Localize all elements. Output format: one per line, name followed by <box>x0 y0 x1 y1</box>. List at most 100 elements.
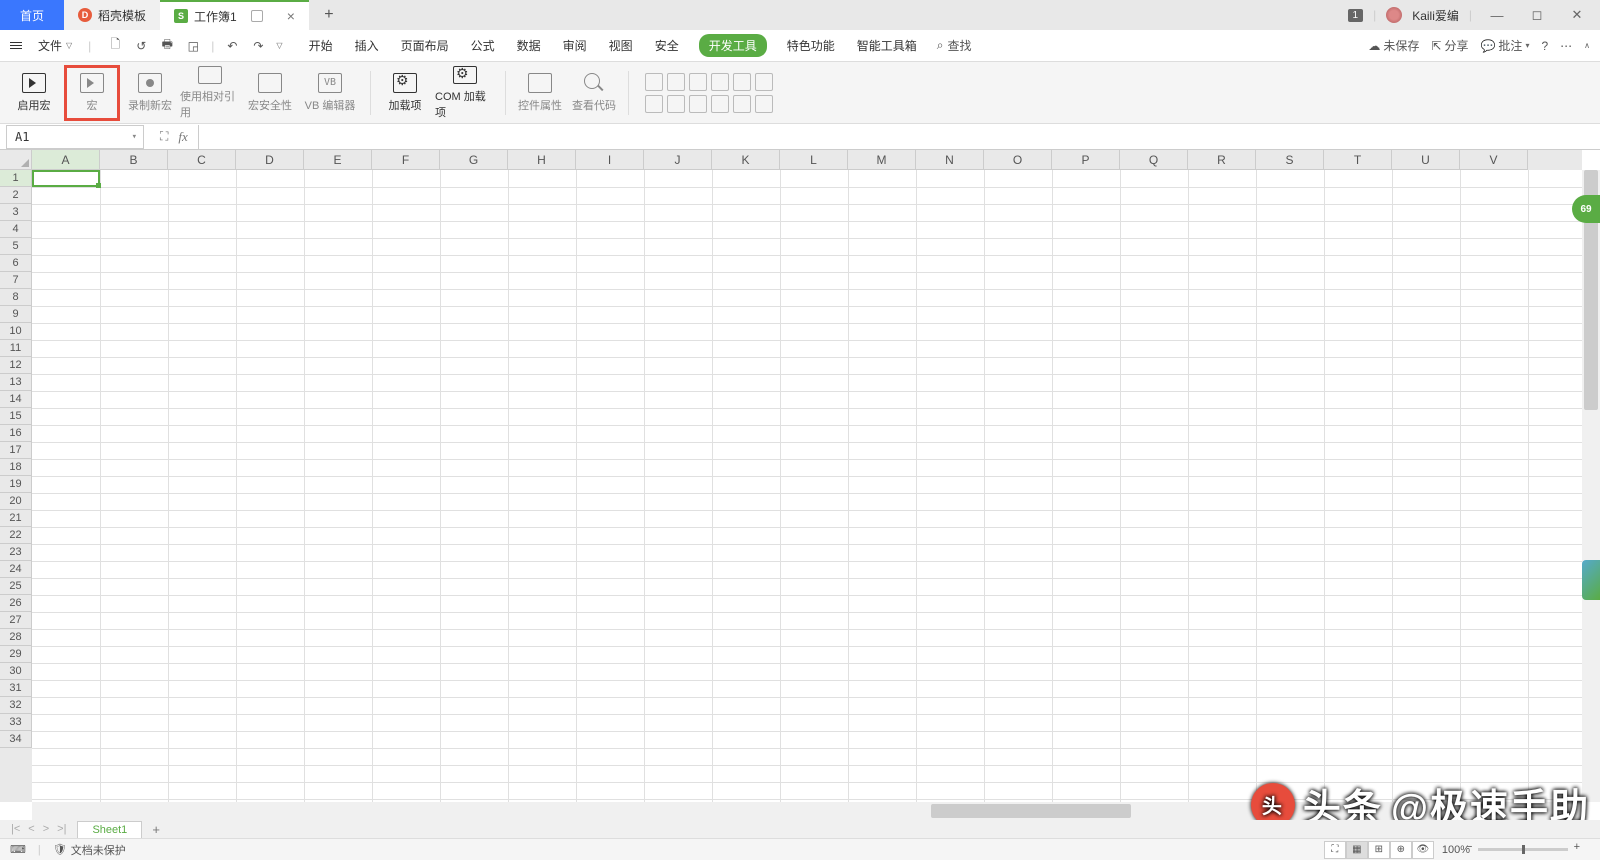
menu-tab-7[interactable]: 安全 <box>653 33 681 58</box>
normal-view-icon[interactable]: ▦ <box>1346 841 1368 859</box>
controls-palette[interactable] <box>645 73 773 113</box>
row-header[interactable]: 22 <box>0 527 32 544</box>
column-header[interactable]: S <box>1256 150 1324 170</box>
column-header[interactable]: E <box>304 150 372 170</box>
relative-ref-button[interactable]: 使用相对引用 <box>180 66 240 120</box>
row-header[interactable]: 4 <box>0 221 32 238</box>
row-header[interactable]: 24 <box>0 561 32 578</box>
com-addins-button[interactable]: COM 加载项 <box>435 66 495 120</box>
column-header[interactable]: A <box>32 150 100 170</box>
print-icon[interactable]: 🖶 <box>159 38 175 54</box>
row-header[interactable]: 27 <box>0 612 32 629</box>
row-header[interactable]: 7 <box>0 272 32 289</box>
column-header[interactable]: U <box>1392 150 1460 170</box>
column-header[interactable]: H <box>508 150 576 170</box>
row-header[interactable]: 10 <box>0 323 32 340</box>
column-header[interactable]: Q <box>1120 150 1188 170</box>
add-tab-button[interactable]: + <box>309 0 349 30</box>
addins-button[interactable]: 加载项 <box>381 66 429 120</box>
name-box[interactable]: A1 <box>6 125 144 149</box>
row-header[interactable]: 11 <box>0 340 32 357</box>
preview-icon[interactable]: ◲ <box>185 38 201 54</box>
tab-home[interactable]: 首页 <box>0 0 64 30</box>
row-header[interactable]: 31 <box>0 680 32 697</box>
user-name[interactable]: Kaili爱编 <box>1412 7 1459 24</box>
more-icon[interactable]: ⋯ <box>1560 39 1572 53</box>
row-header[interactable]: 3 <box>0 204 32 221</box>
user-avatar-icon[interactable] <box>1386 7 1402 23</box>
row-header[interactable]: 19 <box>0 476 32 493</box>
row-header[interactable]: 25 <box>0 578 32 595</box>
float-side-tab[interactable] <box>1582 560 1600 600</box>
column-header[interactable]: T <box>1324 150 1392 170</box>
row-header[interactable]: 6 <box>0 255 32 272</box>
reading-view-icon[interactable]: 👁 <box>1412 841 1434 859</box>
row-header[interactable]: 29 <box>0 646 32 663</box>
find-button[interactable]: ⌕ 查找 <box>937 37 972 54</box>
minimize-button[interactable]: — <box>1482 0 1512 30</box>
column-header[interactable]: V <box>1460 150 1528 170</box>
unsaved-indicator[interactable]: ☁未保存 <box>1368 37 1419 54</box>
menu-tab-6[interactable]: 视图 <box>607 33 635 58</box>
row-header[interactable]: 32 <box>0 697 32 714</box>
cells-area[interactable] <box>32 170 1582 802</box>
column-header[interactable]: C <box>168 150 236 170</box>
record-macro-button[interactable]: 录制新宏 <box>126 66 174 120</box>
menu-tab-5[interactable]: 审阅 <box>561 33 589 58</box>
fullscreen-icon[interactable]: ⛶ <box>160 129 168 144</box>
row-header[interactable]: 1 <box>0 170 32 187</box>
row-header[interactable]: 8 <box>0 289 32 306</box>
menu-tab-4[interactable]: 数据 <box>515 33 543 58</box>
comment-button[interactable]: 💬批注▾ <box>1480 37 1529 54</box>
collapse-ribbon-icon[interactable]: ∧ <box>1584 41 1590 50</box>
column-header[interactable]: N <box>916 150 984 170</box>
menu-tab-1[interactable]: 插入 <box>353 33 381 58</box>
keyboard-icon[interactable]: ⌨ <box>10 843 26 856</box>
fx-icon[interactable]: fx <box>178 129 187 145</box>
column-header[interactable]: F <box>372 150 440 170</box>
chevron-down-icon[interactable]: ▽ <box>276 41 282 50</box>
file-menu[interactable]: 文件▽ <box>32 35 78 56</box>
zoom-slider[interactable] <box>1478 848 1568 851</box>
next-sheet-icon[interactable]: > <box>40 823 52 835</box>
add-sheet-button[interactable]: + <box>142 822 170 837</box>
menu-tab-0[interactable]: 开始 <box>307 33 335 58</box>
share-button[interactable]: ⇱分享 <box>1431 37 1468 54</box>
row-header[interactable]: 34 <box>0 731 32 748</box>
vb-editor-button[interactable]: VB VB 编辑器 <box>300 66 360 120</box>
hamburger-icon[interactable] <box>10 42 22 49</box>
scroll-thumb[interactable] <box>931 804 1131 818</box>
row-header[interactable]: 30 <box>0 663 32 680</box>
row-header[interactable]: 23 <box>0 544 32 561</box>
column-header[interactable]: K <box>712 150 780 170</box>
close-window-button[interactable]: ✕ <box>1562 0 1592 30</box>
row-header[interactable]: 26 <box>0 595 32 612</box>
fullscreen-view-icon[interactable]: ⛶ <box>1324 841 1346 859</box>
menu-tab-2[interactable]: 页面布局 <box>399 33 451 58</box>
row-header[interactable]: 15 <box>0 408 32 425</box>
row-header[interactable]: 21 <box>0 510 32 527</box>
column-header[interactable]: I <box>576 150 644 170</box>
row-header[interactable]: 16 <box>0 425 32 442</box>
select-all-corner[interactable] <box>0 150 32 170</box>
close-tab-icon[interactable]: × <box>287 8 295 24</box>
column-header[interactable]: D <box>236 150 304 170</box>
row-header[interactable]: 13 <box>0 374 32 391</box>
row-header[interactable]: 5 <box>0 238 32 255</box>
tab-template[interactable]: D 稻壳模板 <box>64 0 160 30</box>
protection-status[interactable]: 🛡 文档未保护 <box>53 842 126 858</box>
column-header[interactable]: R <box>1188 150 1256 170</box>
page-break-icon[interactable]: ⊕ <box>1390 841 1412 859</box>
row-header[interactable]: 14 <box>0 391 32 408</box>
row-header[interactable]: 9 <box>0 306 32 323</box>
row-header[interactable]: 12 <box>0 357 32 374</box>
view-code-button[interactable]: 查看代码 <box>570 66 618 120</box>
macro-security-button[interactable]: 宏安全性 <box>246 66 294 120</box>
save-icon[interactable]: 🗋 <box>107 38 123 54</box>
row-header[interactable]: 2 <box>0 187 32 204</box>
column-header[interactable]: P <box>1052 150 1120 170</box>
row-header[interactable]: 20 <box>0 493 32 510</box>
maximize-button[interactable]: ◻ <box>1522 0 1552 30</box>
row-header[interactable]: 33 <box>0 714 32 731</box>
tab-workbook[interactable]: S 工作簿1 × <box>160 0 309 30</box>
